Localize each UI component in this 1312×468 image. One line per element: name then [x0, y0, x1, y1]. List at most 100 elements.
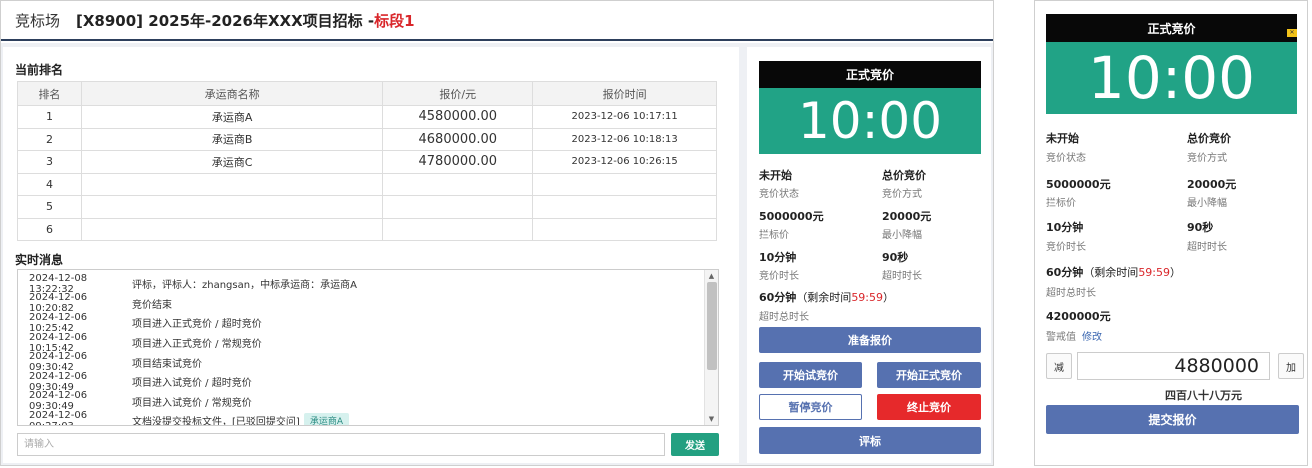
duration-label: 竞价时长 — [1046, 242, 1086, 253]
duration-value: 10分钟 — [759, 251, 797, 264]
prepare-bid-button[interactable]: 准备报价 — [759, 327, 981, 353]
price-cell: 4680000.00 — [382, 127, 534, 151]
price-cell: 4780000.00 — [382, 150, 534, 174]
table-row: 5 — [17, 195, 717, 219]
time-cell: 2023-12-06 10:17:11 — [532, 105, 717, 129]
time-cell: 2023-12-06 10:18:13 — [532, 127, 717, 151]
duration-label: 竞价时长 — [759, 271, 799, 282]
bid-amount-in-words: 四百八十八万元 — [1165, 389, 1242, 402]
scrollbar-thumb[interactable] — [707, 282, 717, 370]
terminate-bidding-button[interactable]: 终止竞价 — [877, 394, 981, 420]
list-item: 2024-12-06 09:30:42 项目结束试竞价 — [18, 351, 704, 373]
bidder-panel: 正式竞价 ✕ 10:00 未开始 竞价状态 总价竞价 竞价方式 5000000元… — [1034, 0, 1308, 466]
pause-bidding-button[interactable]: 暂停竞价 — [759, 394, 862, 420]
warning-value: 4200000元 — [1046, 310, 1111, 323]
message-text: 评标，评标人：zhangsan，中标承运商：承运商A — [132, 280, 357, 292]
start-formal-bidding-button[interactable]: 开始正式竞价 — [877, 362, 981, 388]
start-trial-bidding-button[interactable]: 开始试竞价 — [759, 362, 862, 388]
project-title: [X8900] 2025年-2026年XXX项目招标 - — [76, 11, 375, 30]
overtime-label: 超时时长 — [1187, 242, 1227, 253]
increase-button[interactable]: 加 — [1278, 353, 1304, 379]
time-cell — [532, 195, 717, 219]
warning-row: 警戒值 修改 — [1046, 328, 1102, 343]
main-body: 当前排名 排名 承运商名称 报价/元 报价时间 1 承运商A 4580000.0… — [1, 43, 993, 465]
message-time: 2024-12-06 09:27:03 — [29, 409, 88, 425]
status-label: 竞价状态 — [759, 189, 799, 200]
message-text: 项目进入试竞价 / 超时竞价 — [132, 378, 252, 390]
submit-bid-button[interactable]: 提交报价 — [1046, 405, 1299, 434]
remaining-prefix: （剩余时间 — [1083, 266, 1139, 279]
scroll-down-arrow-icon[interactable]: ▼ — [705, 413, 718, 425]
overtime-value: 90秒 — [1187, 221, 1214, 234]
carrier-cell: 承运商C — [80, 150, 384, 174]
carrier-cell: 承运商A — [80, 105, 384, 129]
mode-label: 竞价方式 — [1187, 153, 1227, 164]
bidding-phase-header: 正式竞价 — [1046, 14, 1297, 42]
ceiling-price-label: 拦标价 — [759, 230, 789, 241]
price-cell — [382, 172, 534, 196]
message-text: 文档没提交投标文件，[已驳回提交问] — [132, 417, 300, 426]
message-list-box[interactable]: 2024-12-08 13:22:32 评标，评标人：zhangsan，中标承运… — [17, 269, 719, 426]
min-step-value: 20000元 — [1187, 178, 1237, 191]
close-icon[interactable]: ✕ — [1287, 29, 1297, 37]
carrier-tag: 承运商A — [303, 413, 349, 425]
min-step-label: 最小降幅 — [1187, 198, 1227, 209]
mode-value: 总价竞价 — [1187, 132, 1231, 145]
overtime-value: 90秒 — [882, 251, 909, 264]
messages-title: 实时消息 — [15, 253, 64, 267]
status-value: 未开始 — [759, 169, 792, 182]
time-cell: 2023-12-06 10:26:15 — [532, 150, 717, 174]
message-text: 项目结束试竞价 — [132, 358, 202, 370]
edit-warning-link[interactable]: 修改 — [1082, 332, 1102, 343]
message-text: 竞价结束 — [132, 299, 172, 311]
rank-cell: 5 — [17, 195, 82, 219]
decrease-button[interactable]: 减 — [1046, 353, 1072, 379]
min-step-label: 最小降幅 — [882, 230, 922, 241]
app-name: 竞标场 — [15, 11, 61, 30]
total-overtime-label: 超时总时长 — [759, 312, 809, 323]
project-lot: 标段1 — [374, 11, 415, 30]
col-carrier: 承运商名称 — [80, 81, 384, 106]
remaining-suffix: ） — [1170, 266, 1182, 279]
total-overtime-value: 60分钟（剩余时间59:59） — [1046, 264, 1181, 280]
table-row: 6 — [17, 217, 717, 241]
message-scrollbar[interactable]: ▲ ▼ — [704, 270, 718, 425]
col-rank: 排名 — [17, 81, 82, 106]
total-overtime-duration: 60分钟 — [1046, 266, 1084, 279]
countdown-timer: 10:00 — [1046, 42, 1297, 114]
carrier-cell: 承运商B — [80, 127, 384, 151]
message-text: 项目进入试竞价 / 常规竞价 — [132, 397, 252, 409]
overtime-label: 超时时长 — [882, 271, 922, 282]
price-cell — [382, 195, 534, 219]
table-row: 3 承运商C 4780000.00 2023-12-06 10:26:15 — [17, 150, 717, 174]
left-pane: 当前排名 排名 承运商名称 报价/元 报价时间 1 承运商A 4580000.0… — [3, 47, 739, 463]
price-cell — [382, 217, 534, 241]
list-item: 2024-12-06 09:27:03 文档没提交投标文件，[已驳回提交问] 承… — [18, 409, 704, 426]
bid-amount-input[interactable] — [1077, 352, 1270, 380]
control-panel: 正式竞价 10:00 未开始 竞价状态 总价竞价 竞价方式 5000000元 拦… — [747, 47, 991, 463]
scroll-up-arrow-icon[interactable]: ▲ — [705, 270, 718, 282]
rank-cell: 2 — [17, 127, 82, 151]
window-header: 竞标场 [X8900] 2025年-2026年XXX项目招标 - 标段1 — [1, 1, 993, 41]
mode-value: 总价竞价 — [882, 169, 926, 182]
list-item: 2024-12-06 10:25:42 项目进入正式竞价 / 超时竞价 — [18, 312, 704, 334]
col-time: 报价时间 — [532, 81, 717, 106]
ranking-title: 当前排名 — [15, 63, 64, 77]
message-text: 项目进入正式竞价 / 常规竞价 — [132, 339, 262, 351]
list-item: 2024-12-06 09:30:49 项目进入试竞价 / 超时竞价 — [18, 371, 704, 393]
message-text: 项目进入正式竞价 / 超时竞价 — [132, 319, 262, 331]
ceiling-price-value: 5000000元 — [1046, 178, 1111, 191]
carrier-cell — [80, 217, 384, 241]
countdown-timer: 10:00 — [759, 88, 981, 154]
send-button[interactable]: 发送 — [671, 433, 719, 456]
table-row: 2 承运商B 4680000.00 2023-12-06 10:18:13 — [17, 127, 717, 151]
message-input[interactable] — [17, 433, 665, 456]
warning-label: 警戒值 — [1046, 332, 1076, 343]
remaining-time: 59:59 — [851, 291, 884, 304]
list-item: 2024-12-06 09:30:49 项目进入试竞价 / 常规竞价 — [18, 390, 704, 412]
ceiling-price-value: 5000000元 — [759, 210, 824, 223]
min-step-value: 20000元 — [882, 210, 932, 223]
total-overtime-duration: 60分钟 — [759, 291, 797, 304]
carrier-cell — [80, 172, 384, 196]
evaluate-bid-button[interactable]: 评标 — [759, 427, 981, 454]
